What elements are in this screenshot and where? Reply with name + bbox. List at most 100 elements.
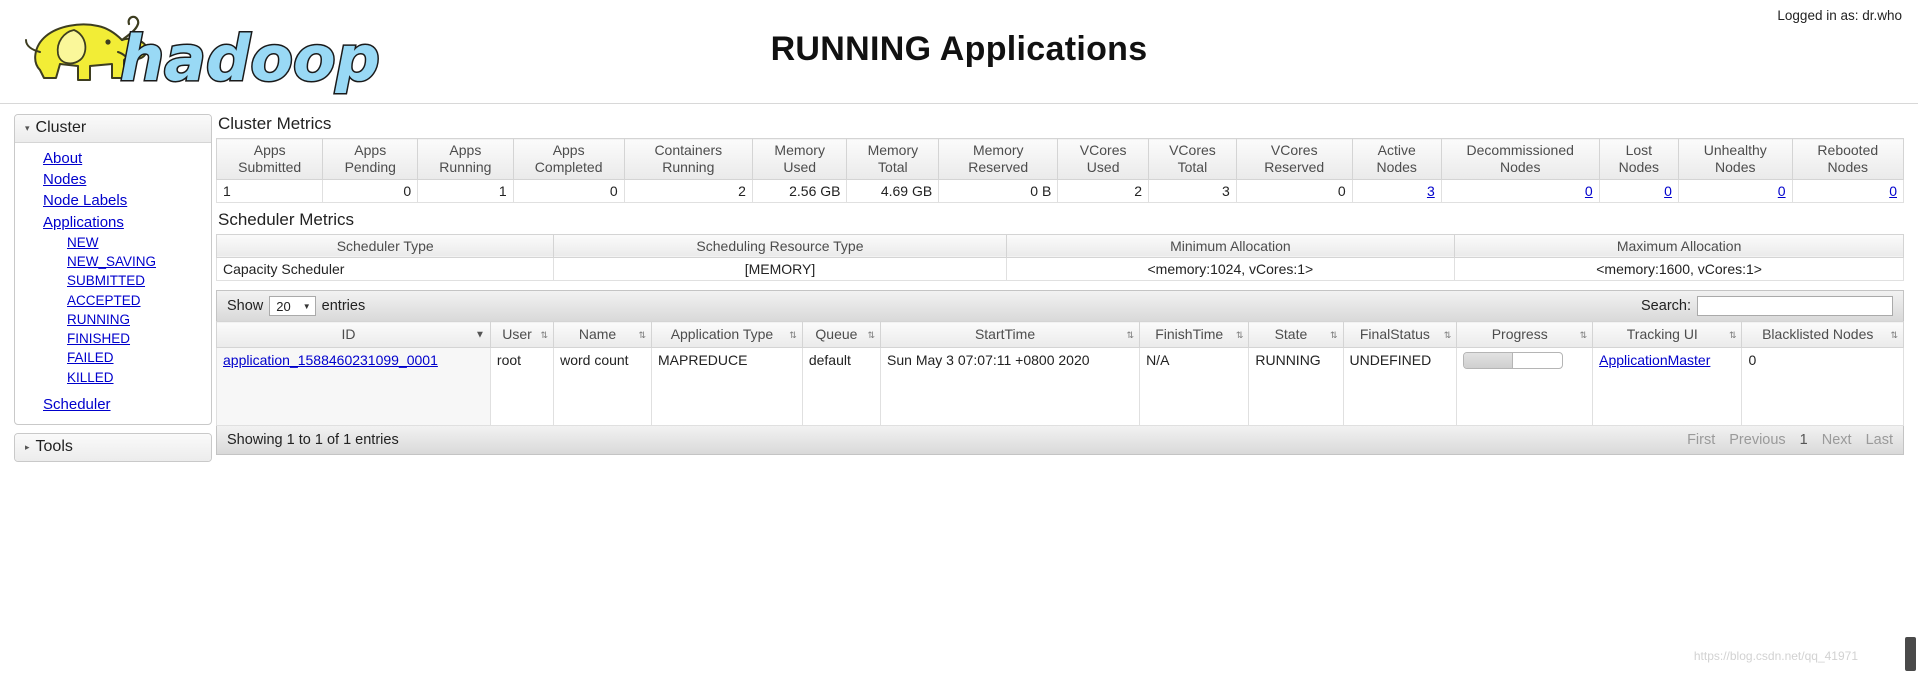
apps-column-label-3: Application Type	[670, 326, 774, 343]
apps-column-header-9[interactable]: Progress ⇅	[1456, 321, 1594, 349]
sidebar-section-tools[interactable]: ▸ Tools	[15, 434, 211, 462]
cluster-metric-value-12[interactable]: 0	[1440, 178, 1600, 203]
sidebar-item-state-running[interactable]: RUNNING	[15, 310, 211, 329]
cluster-metrics-table: Apps Submitted Apps Pending Apps Running Ap…	[215, 138, 1905, 203]
search-input[interactable]	[1697, 296, 1893, 317]
sidebar-item-nodes[interactable]: Nodes	[15, 169, 211, 190]
scheduler-metric-header-2: Minimum Allocation	[1005, 233, 1456, 259]
cluster-metric-value-1: 0	[322, 178, 419, 203]
apps-column-header-11[interactable]: Blacklisted Nodes ⇅	[1741, 321, 1904, 349]
search-control: Search:	[1641, 296, 1893, 317]
cluster-metric-header-15: Rebooted Nodes	[1791, 138, 1905, 180]
apps-column-header-3[interactable]: Application Type ⇅	[651, 321, 803, 349]
cluster-metric-link-13[interactable]: 0	[1664, 183, 1672, 199]
pagination-next[interactable]: Next	[1822, 432, 1852, 448]
apps-column-header-2[interactable]: Name ⇅	[553, 321, 653, 349]
cell-application-type: MAPREDUCE	[651, 347, 803, 427]
cluster-metric-header-4: Containers Running	[623, 138, 753, 180]
cell-final-status: UNDEFINED	[1342, 347, 1458, 427]
cluster-metric-link-11[interactable]: 3	[1427, 183, 1435, 199]
cluster-metric-value-2: 1	[417, 178, 514, 203]
cluster-metric-value-15[interactable]: 0	[1791, 178, 1905, 203]
cell-tracking-ui[interactable]: ApplicationMaster	[1592, 347, 1743, 427]
page-length-select[interactable]: 20 ▼	[269, 296, 316, 317]
sort-both-icon: ⇅	[540, 329, 549, 340]
cell-name: word count	[553, 347, 653, 427]
sidebar-item-state-submitted[interactable]: SUBMITTED	[15, 271, 211, 290]
cluster-metric-header-9: VCores Total	[1148, 138, 1237, 180]
scheduler-metrics-title: Scheduler Metrics	[218, 209, 355, 229]
applications-panel: Show 20 ▼ entries Search: ID ▼ User ⇅ Name ⇅ A…	[216, 290, 1904, 456]
apps-column-label-4: Queue	[815, 326, 858, 343]
cluster-metric-value-10: 0	[1235, 178, 1353, 203]
cluster-metric-header-2: Apps Running	[417, 138, 514, 180]
nav-panel-cluster-body: About Nodes Node Labels Applications NEW…	[15, 143, 211, 424]
apps-column-label-9: Progress	[1491, 326, 1548, 343]
sort-desc-icon: ▼	[475, 329, 485, 341]
pagination-previous[interactable]: Previous	[1729, 432, 1785, 448]
apps-column-header-8[interactable]: FinalStatus ⇅	[1342, 321, 1458, 349]
nav-panel-cluster: ▾ Cluster About Nodes Node Labels Applic…	[14, 114, 212, 426]
sidebar-item-state-failed[interactable]: FAILED	[15, 348, 211, 367]
tracking-ui-link[interactable]: ApplicationMaster	[1599, 352, 1710, 368]
scheduler-metric-header-0: Scheduler Type	[215, 233, 555, 259]
cell-start-time: Sun May 3 07:07:11 +0800 2020	[880, 347, 1141, 427]
sidebar-item-state-killed[interactable]: KILLED	[15, 368, 211, 387]
logged-in-as-label: Logged in as: dr.who	[1777, 8, 1902, 23]
apps-column-header-7[interactable]: State ⇅	[1248, 321, 1344, 349]
apps-column-header-4[interactable]: Queue ⇅	[801, 321, 882, 349]
app-id-link[interactable]: application_1588460231099_0001	[223, 352, 438, 368]
cluster-metric-header-1: Apps Pending	[322, 138, 419, 180]
cell-progress	[1456, 347, 1594, 427]
apps-column-header-5[interactable]: StartTime ⇅	[880, 321, 1141, 349]
cluster-metric-value-4: 2	[623, 178, 753, 203]
scheduler-metric-value-2: <memory:1024, vCores:1>	[1005, 257, 1456, 282]
nav-panel-tools: ▸ Tools	[14, 433, 212, 463]
sidebar-item-state-new-saving[interactable]: NEW_SAVING	[15, 252, 211, 271]
applications-table-body: application_1588460231099_0001 root word c…	[216, 347, 1904, 427]
apps-column-header-6[interactable]: FinishTime ⇅	[1139, 321, 1250, 349]
pagination-1[interactable]: 1	[1800, 432, 1808, 448]
scheduler-metric-header-1: Scheduling Resource Type	[553, 233, 1007, 259]
main-content: Cluster Metrics Apps Submitted Apps Pendi…	[212, 104, 1918, 456]
cell-finish-time: N/A	[1139, 347, 1250, 427]
sort-both-icon: ⇅	[1890, 329, 1898, 340]
cluster-metric-value-13[interactable]: 0	[1598, 178, 1679, 203]
cluster-metric-value-14[interactable]: 0	[1677, 178, 1793, 203]
chevron-down-icon: ▾	[25, 122, 30, 133]
sort-both-icon: ⇅	[1728, 329, 1737, 340]
sidebar-item-scheduler[interactable]: Scheduler	[15, 394, 211, 415]
sidebar-item-applications[interactable]: Applications	[15, 212, 211, 233]
cluster-metric-value-11[interactable]: 3	[1351, 178, 1442, 203]
chevron-down-icon: ▼	[302, 301, 311, 311]
cluster-metric-value-5: 2.56 GB	[751, 178, 848, 203]
apps-column-label-1: User	[502, 326, 532, 343]
scrollbar-thumb[interactable]	[1905, 637, 1916, 671]
cluster-metric-link-15[interactable]: 0	[1889, 183, 1897, 199]
apps-column-label-6: FinishTime	[1155, 326, 1224, 343]
cluster-metric-link-12[interactable]: 0	[1585, 183, 1593, 199]
page-length-control: Show 20 ▼ entries	[227, 296, 365, 317]
apps-column-header-10[interactable]: Tracking UI ⇅	[1592, 321, 1743, 349]
apps-column-header-0[interactable]: ID ▼	[216, 321, 491, 349]
sort-both-icon: ⇅	[1329, 329, 1338, 340]
sidebar-item-state-new[interactable]: NEW	[15, 233, 211, 252]
sidebar-item-about[interactable]: About	[15, 148, 211, 169]
sort-both-icon: ⇅	[1579, 329, 1588, 340]
cluster-metric-header-6: Memory Total	[846, 138, 940, 180]
cell-app-id[interactable]: application_1588460231099_0001	[216, 347, 491, 427]
sort-both-icon: ⇅	[1443, 329, 1452, 340]
scheduler-metrics-header-row: Scheduler Type Scheduling Resource Type Mi…	[215, 233, 1904, 259]
sidebar-item-state-finished[interactable]: FINISHED	[15, 329, 211, 348]
sort-both-icon: ⇅	[867, 329, 876, 340]
cluster-metric-value-7: 0 B	[938, 178, 1059, 203]
sidebar-section-cluster[interactable]: ▾ Cluster	[15, 115, 211, 143]
pagination-last[interactable]: Last	[1866, 432, 1893, 448]
apps-column-header-1[interactable]: User ⇅	[489, 321, 555, 349]
cluster-metric-link-14[interactable]: 0	[1778, 183, 1786, 199]
sidebar-item-node-labels[interactable]: Node Labels	[15, 190, 211, 211]
sidebar: ▾ Cluster About Nodes Node Labels Applic…	[0, 104, 212, 470]
pagination-first[interactable]: First	[1687, 432, 1715, 448]
sidebar-item-state-accepted[interactable]: ACCEPTED	[15, 291, 211, 310]
